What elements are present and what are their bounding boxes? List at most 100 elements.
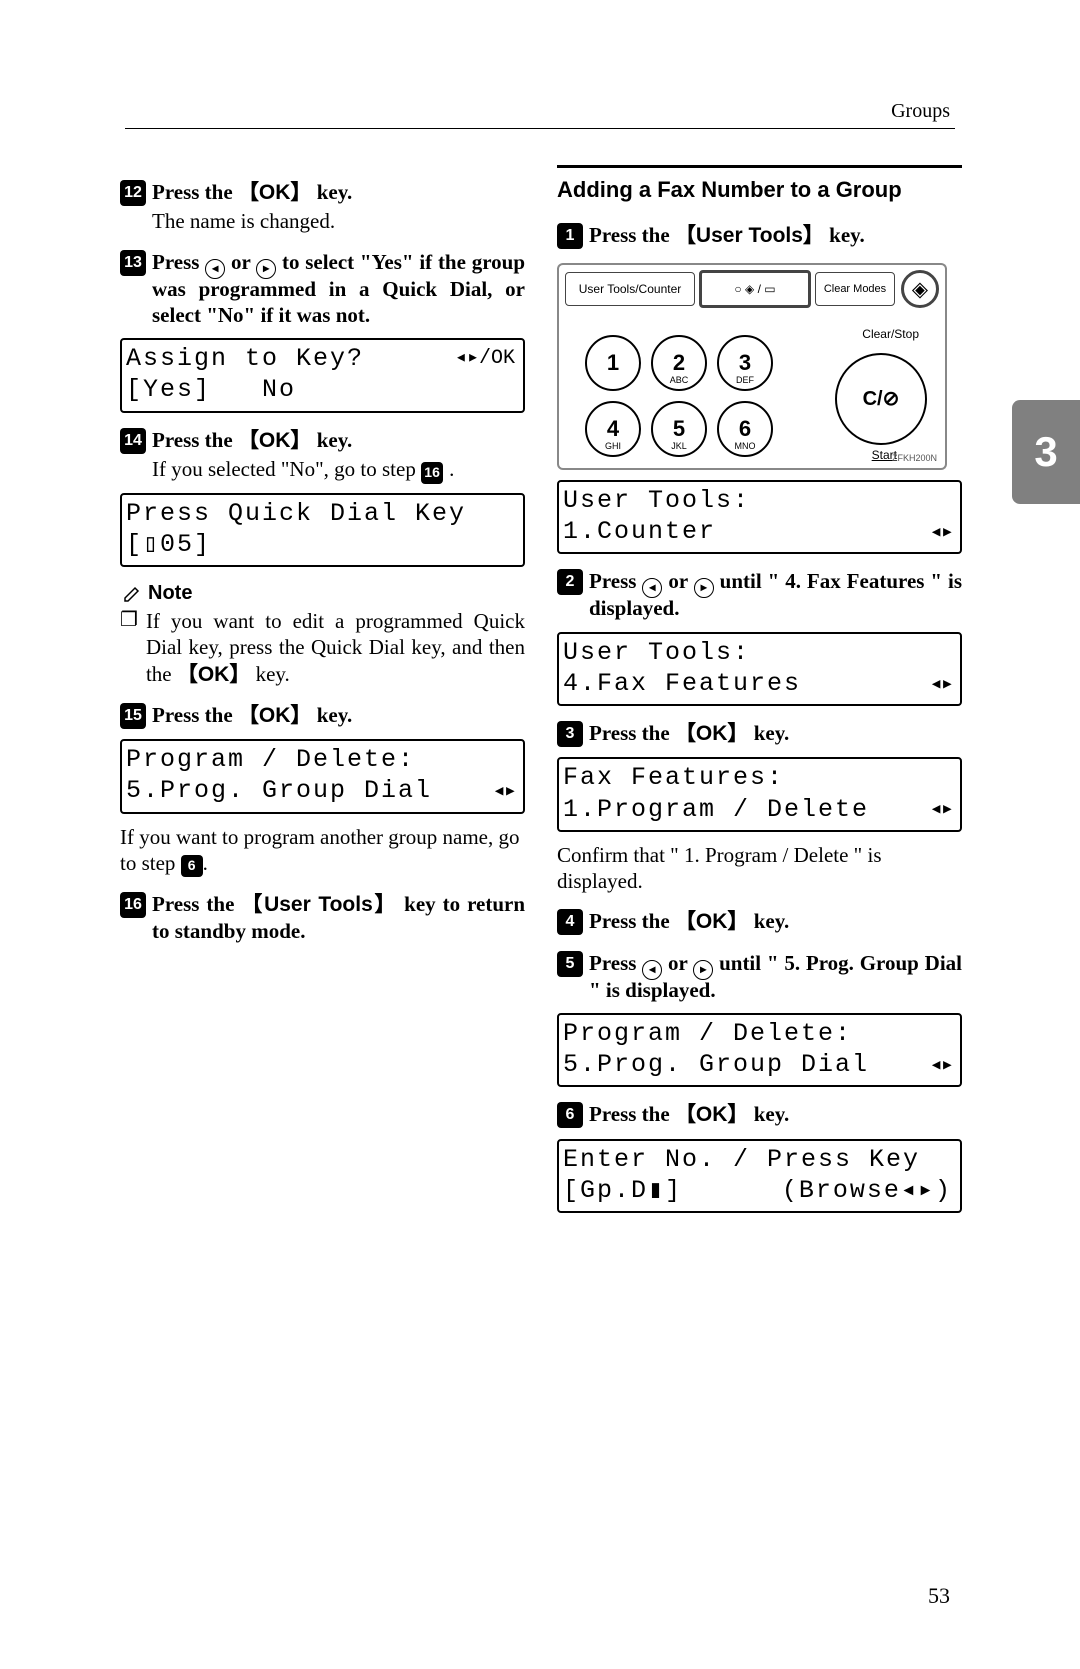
step-result: If you selected "No", go to step 16. xyxy=(152,456,525,483)
step-ref-badge: 16 xyxy=(421,462,443,484)
step-1: 1 Press the 【User Tools】 key. xyxy=(557,222,962,249)
pencil-icon xyxy=(122,584,142,604)
key-2: 2ABC xyxy=(651,335,707,391)
lcd-line: Program / Delete: xyxy=(563,1018,852,1049)
lcd-prog-delete: Program / Delete: 5.Prog. Group Dial ◂▸ xyxy=(120,739,525,814)
step-text: Press ◂ or ▸ until " 4. Fax Features " i… xyxy=(589,568,962,621)
lcd-line: User Tools: xyxy=(563,637,750,668)
step-4: 4 Press the 【OK】 key. xyxy=(557,908,962,935)
key-5: 5JKL xyxy=(651,401,707,457)
chapter-tab: 3 xyxy=(1012,400,1080,504)
step-5: 5 Press ◂ or ▸ until " 5. Prog. Group Di… xyxy=(557,950,962,1003)
content-columns: 12 Press the 【OK】 key. The name is chang… xyxy=(120,165,990,1223)
step-12: 12 Press the 【OK】 key. The name is chang… xyxy=(120,179,525,235)
step-badge: 2 xyxy=(557,569,583,595)
header-rule xyxy=(125,128,955,129)
step-badge: 1 xyxy=(557,223,583,249)
step-text: Press the 【OK】 key. xyxy=(589,908,962,935)
step-15: 15 Press the 【OK】 key. xyxy=(120,702,525,729)
lcd-quick-dial: Press Quick Dial Key [▯05] xyxy=(120,493,525,568)
lcd-line: 5.Prog. Group Dial xyxy=(126,775,432,806)
note-heading: Note xyxy=(122,581,525,606)
lcd-line: [▯05] xyxy=(126,529,211,560)
right-column: Adding a Fax Number to a Group 1 Press t… xyxy=(557,165,962,1223)
lcd-line: User Tools: xyxy=(563,485,750,516)
step-badge: 4 xyxy=(557,909,583,935)
step-ref-badge: 6 xyxy=(181,855,203,877)
step-badge: 15 xyxy=(120,703,146,729)
page: Groups 12 Press the 【OK】 key. The name i… xyxy=(0,0,1080,1669)
step-text: Press ◂ or ▸ until " 5. Prog. Group Dial… xyxy=(589,950,962,1003)
lcd-enter-no: Enter No. / Press Key [Gp.D▮] (Browse◂▸) xyxy=(557,1139,962,1214)
lcd-arrows-icon: ◂▸ xyxy=(930,795,953,823)
lcd-line: Press Quick Dial Key xyxy=(126,498,466,529)
lcd-arrows-icon: ◂▸ xyxy=(930,670,953,698)
step-6: 6 Press the 【OK】 key. xyxy=(557,1101,962,1128)
lcd-prog-delete-5: Program / Delete: 5.Prog. Group Dial ◂▸ xyxy=(557,1013,962,1088)
step-badge: 3 xyxy=(557,721,583,747)
panel-code: ZFKH200N xyxy=(892,453,937,463)
lcd-browse: (Browse◂▸) xyxy=(782,1175,952,1206)
step-text: Press the 【OK】 key. xyxy=(589,1101,962,1128)
step-badge: 12 xyxy=(120,180,146,206)
clear-stop-label: Clear/Stop xyxy=(862,327,919,341)
lcd-user-tools-1: User Tools: 1.Counter ◂▸ xyxy=(557,480,962,555)
step-badge: 14 xyxy=(120,428,146,454)
lcd-line: Assign to Key? xyxy=(126,343,364,374)
lcd-line: [Yes] No xyxy=(126,374,296,405)
step-text: Press the 【OK】 key. xyxy=(152,180,352,204)
lcd-line: 5.Prog. Group Dial xyxy=(563,1049,869,1080)
page-number: 53 xyxy=(928,1583,950,1609)
lcd-assign-key: Assign to Key? ◂▸/OK [Yes] No xyxy=(120,338,525,413)
step-text: Press the 【OK】 key. xyxy=(152,702,525,729)
step-3: 3 Press the 【OK】 key. xyxy=(557,720,962,747)
lcd-line: 1.Counter xyxy=(563,516,716,547)
step-2: 2 Press ◂ or ▸ until " 4. Fax Features "… xyxy=(557,568,962,621)
section-title: Adding a Fax Number to a Group xyxy=(557,165,962,204)
step-16: 16 Press the 【User Tools】 key to return … xyxy=(120,891,525,945)
step-after: If you want to program another group nam… xyxy=(120,824,525,877)
step-after: Confirm that " 1. Program / Delete " is … xyxy=(557,842,962,895)
step-badge: 6 xyxy=(557,1102,583,1128)
key-3: 3DEF xyxy=(717,335,773,391)
lcd-arrows-icon: ◂▸ xyxy=(930,1051,953,1079)
key-6: 6MNO xyxy=(717,401,773,457)
lcd-arrows-icon: ◂▸ xyxy=(493,777,516,805)
clear-stop-button: C/⊘ xyxy=(835,353,927,445)
lcd-fax-features: Fax Features: 1.Program / Delete ◂▸ xyxy=(557,757,962,832)
lcd-indicator: ◂▸/OK xyxy=(455,346,515,371)
lcd-line: [Gp.D▮] xyxy=(563,1175,682,1206)
lcd-line: Program / Delete: xyxy=(126,744,415,775)
step-text: Press the 【OK】 key. xyxy=(152,428,352,452)
lcd-line: Enter No. / Press Key xyxy=(563,1144,920,1175)
lcd-user-tools-4: User Tools: 4.Fax Features ◂▸ xyxy=(557,632,962,707)
step-13: 13 Press ◂ or ▸ to select "Yes" if the g… xyxy=(120,249,525,329)
note-text: If you want to edit a programmed Quick D… xyxy=(146,608,525,688)
bullet-icon: ❐ xyxy=(120,608,138,688)
step-text: Press the 【OK】 key. xyxy=(589,720,962,747)
step-badge: 16 xyxy=(120,892,146,918)
step-14: 14 Press the 【OK】 key. If you selected "… xyxy=(120,427,525,483)
step-badge: 13 xyxy=(120,250,146,276)
lcd-line: 4.Fax Features xyxy=(563,668,801,699)
clear-modes-key: Clear Modes xyxy=(815,272,895,306)
lcd-arrows-icon: ◂▸ xyxy=(930,518,953,546)
step-text: Press the 【User Tools】 key. xyxy=(589,222,962,249)
note-label: Note xyxy=(148,581,192,606)
user-tools-key: User Tools/Counter xyxy=(565,272,695,306)
left-column: 12 Press the 【OK】 key. The name is chang… xyxy=(120,165,525,1223)
control-panel-illustration: User Tools/Counter ○ ◈ / ▭ Clear Modes ◈… xyxy=(557,263,962,470)
step-badge: 5 xyxy=(557,951,583,977)
panel-display: ○ ◈ / ▭ xyxy=(699,270,811,308)
step-result: The name is changed. xyxy=(152,208,525,234)
header-section: Groups xyxy=(891,100,950,123)
key-4: 4GHI xyxy=(585,401,641,457)
lcd-line: 1.Program / Delete xyxy=(563,794,869,825)
numeric-keypad: 1 2ABC 3DEF 4GHI 5JKL 6MNO xyxy=(585,335,773,457)
note-body: ❐ If you want to edit a programmed Quick… xyxy=(120,608,525,688)
key-1: 1 xyxy=(585,335,641,391)
round-key-icon: ◈ xyxy=(901,270,939,308)
lcd-line: Fax Features: xyxy=(563,762,784,793)
step-text: Press the 【User Tools】 key to return to … xyxy=(152,891,525,945)
step-text: Press ◂ or ▸ to select "Yes" if the grou… xyxy=(152,249,525,329)
